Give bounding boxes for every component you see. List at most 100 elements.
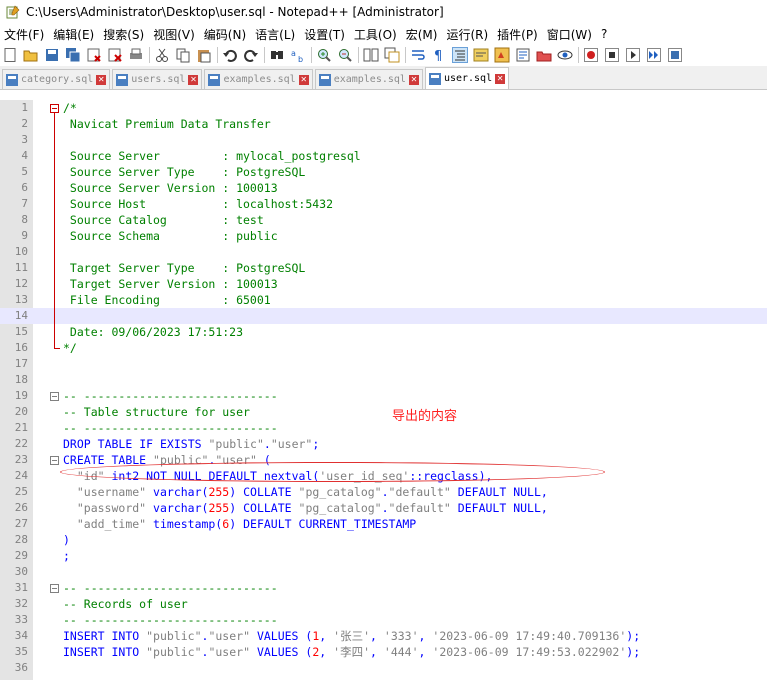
code-line[interactable]: 34 INSERT INTO "public"."user" VALUES (1,…: [0, 628, 767, 644]
code-line[interactable]: 1 /*: [0, 100, 767, 116]
open-file-icon[interactable]: [23, 47, 39, 63]
document-map-icon[interactable]: [494, 47, 510, 63]
menu-file[interactable]: 文件(F): [2, 26, 51, 43]
code-line[interactable]: 16 */: [0, 340, 767, 356]
close-tab-icon[interactable]: ✕: [188, 74, 199, 85]
tab-users-sql[interactable]: users.sql ✕: [112, 69, 203, 89]
indent-guide-icon[interactable]: [452, 47, 468, 63]
fold-collapse-icon[interactable]: [50, 456, 59, 465]
code-line[interactable]: 32 -- Records of user: [0, 596, 767, 612]
code-line[interactable]: 21 -- ----------------------------: [0, 420, 767, 436]
new-file-icon[interactable]: [2, 47, 18, 63]
tab-examples-sql[interactable]: examples.sql ✕: [204, 69, 313, 89]
copy-icon[interactable]: [175, 47, 191, 63]
record-macro-icon[interactable]: [583, 47, 599, 63]
close-all-icon[interactable]: [107, 47, 123, 63]
menu-plugins[interactable]: 插件(P): [495, 26, 545, 43]
zoom-out-icon[interactable]: [337, 47, 353, 63]
code-line[interactable]: 31 -- ----------------------------: [0, 580, 767, 596]
tab-examples-sql-2[interactable]: examples.sql ✕: [314, 69, 423, 89]
code-line[interactable]: 4 Source Server : mylocal_postgresql: [0, 148, 767, 164]
sync-vertical-icon[interactable]: [363, 47, 379, 63]
menu-tools[interactable]: 工具(O): [352, 26, 404, 43]
code-line[interactable]: 26 "password" varchar(255) COLLATE "pg_c…: [0, 500, 767, 516]
editor[interactable]: 1/* 2 Navicat Premium Data Transfer 3 4 Sou…: [0, 100, 767, 680]
show-all-characters-icon[interactable]: ¶: [431, 47, 447, 64]
code-line[interactable]: 22 DROP TABLE IF EXISTS "public"."user";: [0, 436, 767, 452]
code-line[interactable]: 20 -- Table structure for user: [0, 404, 767, 420]
tab-category-sql[interactable]: category.sql ✕: [2, 69, 111, 89]
code-line[interactable]: 6 Source Server Version : 100013: [0, 180, 767, 196]
code-line[interactable]: 12 Target Server Version : 100013: [0, 276, 767, 292]
save-all-icon[interactable]: [65, 47, 81, 63]
code-line[interactable]: 19 -- ----------------------------: [0, 388, 767, 404]
code-line[interactable]: 2 Navicat Premium Data Transfer: [0, 116, 767, 132]
fold-collapse-icon[interactable]: [50, 104, 59, 113]
line-number: 8: [21, 213, 28, 226]
redo-icon[interactable]: [243, 47, 259, 63]
menu-run[interactable]: 运行(R): [444, 26, 495, 43]
folder-as-workspace-icon[interactable]: [536, 47, 552, 63]
line-text: Target Server Version : 100013: [63, 277, 278, 291]
code-line[interactable]: 8 Source Catalog : test: [0, 212, 767, 228]
close-tab-icon[interactable]: ✕: [96, 74, 107, 85]
code-line[interactable]: 13 File Encoding : 65001: [0, 292, 767, 308]
code-line[interactable]: 7 Source Host : localhost:5432: [0, 196, 767, 212]
monitoring-icon[interactable]: [557, 47, 573, 63]
code-line[interactable]: 17: [0, 356, 767, 372]
tab-user-sql[interactable]: user.sql ✕: [424, 67, 510, 89]
code-line[interactable]: 5 Source Server Type : PostgreSQL: [0, 164, 767, 180]
code-line[interactable]: 27 "add_time" timestamp(6) DEFAULT CURRE…: [0, 516, 767, 532]
function-list-icon[interactable]: [515, 47, 531, 63]
code-line[interactable]: 28): [0, 532, 767, 548]
close-tab-icon[interactable]: ✕: [408, 74, 419, 85]
sync-horizontal-icon[interactable]: [384, 47, 400, 63]
code-line[interactable]: 9 Source Schema : public: [0, 228, 767, 244]
menu-settings[interactable]: 设置(T): [302, 26, 352, 43]
code-line[interactable]: 18: [0, 372, 767, 388]
menu-window[interactable]: 窗口(W): [545, 26, 599, 43]
save-icon[interactable]: [44, 47, 60, 63]
fold-collapse-icon[interactable]: [50, 392, 59, 401]
menu-search[interactable]: 搜索(S): [101, 26, 151, 43]
code-line[interactable]: 30: [0, 564, 767, 580]
user-language-icon[interactable]: [473, 47, 489, 63]
save-macro-icon[interactable]: [667, 47, 683, 63]
close-file-icon[interactable]: [86, 47, 102, 63]
run-macro-multiple-icon[interactable]: [646, 47, 662, 63]
code-line[interactable]: 11 Target Server Type : PostgreSQL: [0, 260, 767, 276]
stop-recording-icon[interactable]: [604, 47, 620, 63]
menu-view[interactable]: 视图(V): [151, 26, 202, 43]
code-line[interactable]: 3: [0, 132, 767, 148]
code-line[interactable]: 14: [0, 308, 767, 324]
line-text: Source Server Version : 100013: [63, 181, 278, 195]
code-line[interactable]: 25 "username" varchar(255) COLLATE "pg_c…: [0, 484, 767, 500]
cut-icon[interactable]: [154, 47, 170, 63]
paste-icon[interactable]: [196, 47, 212, 63]
line-text: Source Schema : public: [63, 229, 278, 243]
code-line[interactable]: 29;: [0, 548, 767, 564]
replace-icon[interactable]: ab: [290, 47, 306, 64]
menu-edit[interactable]: 编辑(E): [51, 26, 101, 43]
menu-encoding[interactable]: 编码(N): [202, 26, 253, 43]
line-number: 21: [14, 421, 28, 434]
word-wrap-icon[interactable]: [410, 47, 426, 63]
menu-language[interactable]: 语言(L): [253, 26, 302, 43]
code-line[interactable]: 33 -- ----------------------------: [0, 612, 767, 628]
close-tab-icon[interactable]: ✕: [495, 73, 506, 84]
code-line[interactable]: 10: [0, 244, 767, 260]
code-line[interactable]: 35 INSERT INTO "public"."user" VALUES (2,…: [0, 644, 767, 660]
menu-help[interactable]: ?: [599, 27, 614, 41]
code-line[interactable]: 36: [0, 660, 767, 676]
undo-icon[interactable]: [222, 47, 238, 63]
close-tab-icon[interactable]: ✕: [298, 74, 309, 85]
menu-macro[interactable]: 宏(M): [404, 26, 445, 43]
zoom-in-icon[interactable]: [316, 47, 332, 63]
line-number: 29: [14, 549, 28, 562]
playback-macro-icon[interactable]: [625, 47, 641, 63]
find-icon[interactable]: [269, 47, 285, 63]
fold-collapse-icon[interactable]: [50, 584, 59, 593]
print-icon[interactable]: [128, 47, 144, 63]
code-line[interactable]: 15 Date: 09/06/2023 17:51:23: [0, 324, 767, 340]
line-number: 9: [21, 229, 28, 242]
